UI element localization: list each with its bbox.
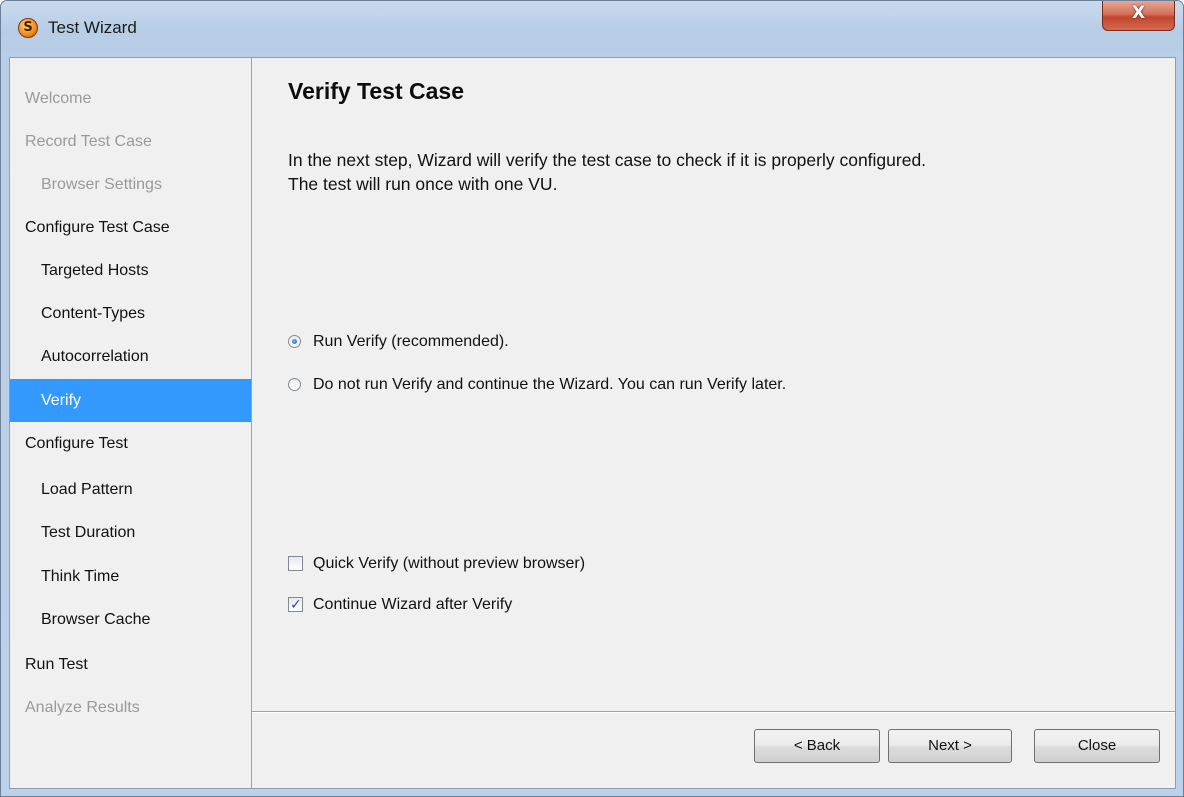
radio-skip-verify-label[interactable]: Do not run Verify and continue the Wizar…	[313, 374, 786, 396]
checkbox-continue-wizard-label[interactable]: Continue Wizard after Verify	[313, 594, 512, 616]
sidebar-item-test-duration[interactable]: Test Duration	[10, 511, 251, 554]
page-title: Verify Test Case	[288, 78, 465, 104]
sidebar-item-label: Load Pattern	[41, 481, 133, 498]
sidebar-item-label: Browser Settings	[41, 176, 162, 193]
sidebar-item-analyze-results[interactable]: Analyze Results	[10, 686, 251, 729]
window-close-button[interactable]: X	[1102, 1, 1175, 31]
checkbox-icon[interactable]	[288, 556, 303, 571]
sidebar-item-label: Record Test Case	[25, 133, 152, 150]
sidebar-item-label: Configure Test	[25, 435, 128, 452]
back-button[interactable]: < Back	[754, 729, 880, 763]
next-button[interactable]: Next >	[888, 729, 1012, 763]
radio-run-verify-label[interactable]: Run Verify (recommended).	[313, 331, 509, 353]
footer-divider	[252, 711, 1175, 713]
sidebar-item-label: Think Time	[41, 568, 120, 585]
sidebar-item-targeted-hosts[interactable]: Targeted Hosts	[10, 249, 251, 292]
radio-skip-verify[interactable]: Do not run Verify and continue the Wizar…	[288, 374, 928, 396]
sidebar-item-label: Configure Test Case	[25, 219, 170, 236]
sidebar-item-record-test-case[interactable]: Record Test Case	[10, 120, 251, 163]
sidebar-item-content-types[interactable]: Content-Types	[10, 292, 251, 335]
checkbox-icon[interactable]: ✓	[288, 597, 303, 613]
checkbox-quick-verify-label[interactable]: Quick Verify (without preview browser)	[313, 553, 585, 575]
wizard-client-area: Welcome Record Test Case Browser Setting…	[9, 57, 1176, 789]
sidebar-item-verify[interactable]: Verify	[10, 379, 251, 422]
app-logo-glyph: S	[23, 20, 33, 35]
sidebar-item-label: Content-Types	[41, 305, 146, 322]
sidebar-item-label: Welcome	[25, 90, 92, 107]
sidebar-item-configure-test[interactable]: Configure Test	[10, 422, 251, 465]
sidebar-item-think-time[interactable]: Think Time	[10, 555, 251, 598]
sidebar-item-welcome[interactable]: Welcome	[10, 77, 251, 120]
wizard-steps-sidebar: Welcome Record Test Case Browser Setting…	[10, 58, 252, 788]
sidebar-item-browser-settings[interactable]: Browser Settings	[10, 163, 251, 206]
sidebar-item-configure-test-case[interactable]: Configure Test Case	[10, 206, 251, 249]
checkbox-continue-wizard[interactable]: ✓ Continue Wizard after Verify	[288, 594, 688, 616]
description-line: In the next step, Wizard will verify the…	[288, 150, 927, 170]
sidebar-item-autocorrelation[interactable]: Autocorrelation	[10, 335, 251, 378]
radio-button-icon[interactable]	[288, 335, 301, 348]
radio-button-icon[interactable]	[288, 378, 301, 391]
window-title: Test Wizard	[48, 18, 137, 37]
step-description: In the next step, Wizard will verify the…	[288, 148, 1158, 196]
sidebar-item-label: Run Test	[25, 656, 88, 673]
radio-run-verify[interactable]: Run Verify (recommended).	[288, 331, 688, 353]
checkbox-quick-verify[interactable]: Quick Verify (without preview browser)	[288, 553, 688, 575]
sidebar-item-label: Targeted Hosts	[41, 262, 149, 279]
sidebar-item-label: Verify	[41, 392, 82, 409]
description-line: The test will run once with one VU.	[288, 174, 558, 194]
sidebar-item-run-test[interactable]: Run Test	[10, 643, 251, 686]
checkmark-icon: ✓	[290, 597, 302, 613]
sidebar-item-label: Autocorrelation	[41, 348, 149, 365]
sidebar-item-label: Analyze Results	[25, 699, 140, 716]
close-button[interactable]: Close	[1034, 729, 1160, 763]
sidebar-item-label: Test Duration	[41, 524, 136, 541]
app-logo-icon: S	[18, 18, 38, 38]
sidebar-item-label: Browser Cache	[41, 611, 151, 628]
wizard-content-panel: Verify Test Case In the next step, Wizar…	[252, 58, 1175, 788]
sidebar-item-load-pattern[interactable]: Load Pattern	[10, 468, 251, 511]
close-icon: X	[1131, 3, 1146, 23]
sidebar-item-browser-cache[interactable]: Browser Cache	[10, 598, 251, 641]
wizard-window: S Test Wizard X Welcome Record Test Case…	[0, 0, 1184, 797]
title-bar[interactable]: S Test Wizard X	[1, 1, 1183, 57]
